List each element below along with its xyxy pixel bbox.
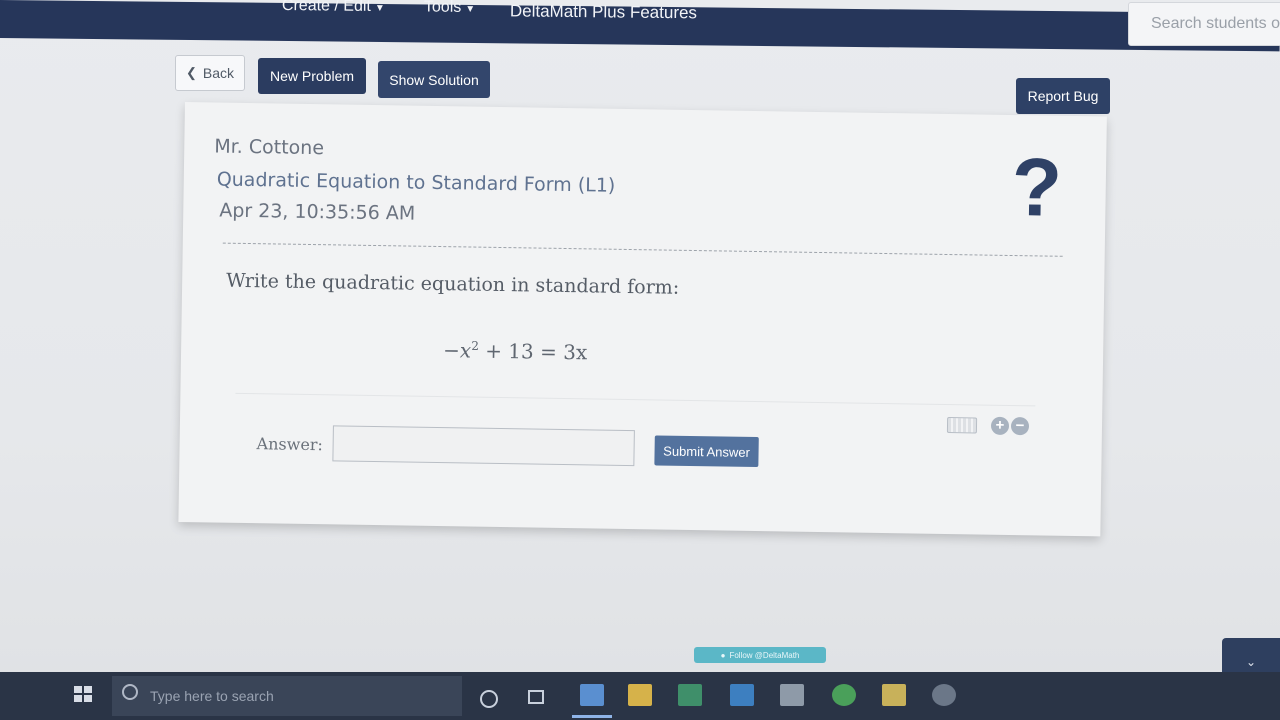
- nav-create-edit-label: Create / Edit: [281, 0, 371, 15]
- app-icon[interactable]: [780, 684, 804, 706]
- caret-down-icon: ▼: [465, 3, 476, 15]
- windows-start-icon[interactable]: [74, 686, 92, 702]
- chevron-left-icon: ❮: [185, 65, 197, 80]
- search-students-input[interactable]: Search students o: [1128, 2, 1280, 46]
- zoom-out-icon[interactable]: −: [1010, 417, 1030, 436]
- caret-down-icon: ▼: [374, 2, 385, 15]
- submit-answer-button[interactable]: Submit Answer: [654, 435, 759, 468]
- zoom-in-icon[interactable]: +: [990, 416, 1010, 435]
- problem-timestamp: Apr 23, 10:35:56 AM: [219, 199, 416, 225]
- taskbar: Type here to search: [0, 672, 1280, 720]
- problem-equation: −x2 + 13 = 3x: [443, 338, 587, 364]
- chrome-icon[interactable]: [832, 684, 856, 706]
- cortana-icon[interactable]: [480, 690, 498, 708]
- taskbar-search-input[interactable]: Type here to search: [112, 676, 462, 716]
- equation-rest: + 13 = 3x: [478, 338, 588, 365]
- mail-icon[interactable]: [730, 684, 754, 706]
- back-button-label: Back: [202, 65, 235, 81]
- twitter-icon: ●: [720, 650, 726, 660]
- folder-icon[interactable]: [882, 684, 906, 706]
- file-explorer-icon[interactable]: [628, 684, 652, 706]
- search-icon: [122, 684, 138, 700]
- question-mark-icon[interactable]: ?: [1011, 142, 1063, 234]
- taskbar-app-icon[interactable]: [572, 684, 612, 718]
- keyboard-icon[interactable]: [946, 417, 978, 434]
- equation-lead: −x: [442, 338, 472, 363]
- follow-badge-label: Follow @DeltaMath: [729, 650, 800, 660]
- answer-area: + − Answer: Submit Answer: [233, 392, 1036, 517]
- nav-tools-label: Tools: [423, 0, 462, 16]
- show-solution-button[interactable]: Show Solution: [378, 61, 490, 98]
- nav-plus-features[interactable]: DeltaMath Plus Features: [510, 1, 697, 23]
- problem-prompt: Write the quadratic equation in standard…: [226, 269, 680, 299]
- store-icon[interactable]: [678, 684, 702, 706]
- follow-twitter-button[interactable]: ● Follow @DeltaMath: [694, 647, 826, 663]
- screen: Create / Edit ▼ Tools ▼ DeltaMath Plus Fea…: [0, 0, 1280, 720]
- top-nav: Create / Edit ▼ Tools ▼ DeltaMath Plus Fea…: [0, 0, 1280, 52]
- back-button[interactable]: ❮ Back: [175, 55, 245, 91]
- answer-label: Answer:: [256, 434, 324, 455]
- teacher-name: Mr. Cottone: [214, 135, 325, 160]
- assignment-title[interactable]: Quadratic Equation to Standard Form (L1): [217, 169, 616, 197]
- nav-create-edit[interactable]: Create / Edit ▼: [282, 0, 385, 16]
- divider: [222, 242, 1063, 257]
- nav-tools[interactable]: Tools ▼: [424, 0, 475, 17]
- new-problem-button[interactable]: New Problem: [258, 58, 366, 94]
- problem-card: Mr. Cottone Quadratic Equation to Standa…: [178, 102, 1107, 537]
- chevron-down-icon: ⌄: [1245, 655, 1257, 669]
- report-bug-button[interactable]: Report Bug: [1016, 78, 1110, 114]
- game-icon[interactable]: [932, 684, 956, 706]
- task-view-icon[interactable]: [528, 690, 544, 704]
- answer-input[interactable]: [332, 425, 635, 467]
